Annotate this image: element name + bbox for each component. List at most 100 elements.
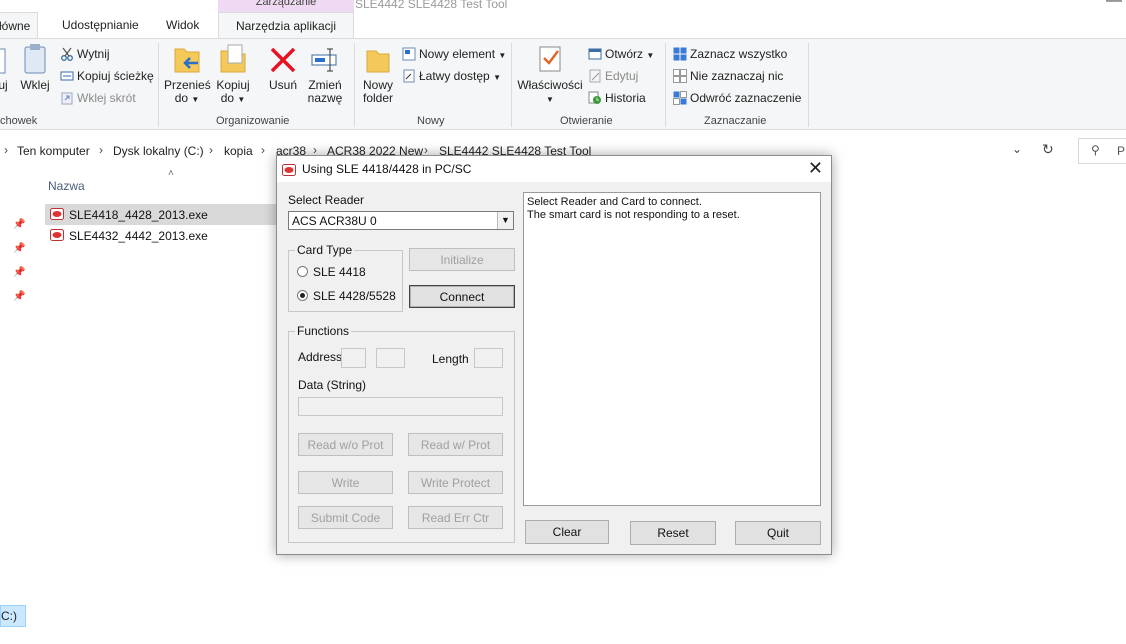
delete-button[interactable]: Usuń <box>266 43 300 92</box>
pin-icon[interactable]: 📌 <box>13 291 25 302</box>
dialog-title: Using SLE 4418/4428 in PC/SC <box>302 162 472 176</box>
search-icon: ⚲ <box>1091 143 1100 157</box>
data-string-field[interactable] <box>298 397 503 416</box>
select-reader-label: Select Reader <box>288 193 365 207</box>
file-row[interactable]: SLE4418_4428_2013.exe <box>45 204 277 225</box>
reader-select[interactable]: ACS ACR38U 0 ▼ <box>288 211 514 230</box>
select-none-icon <box>673 69 687 83</box>
nav-pane-drive-item[interactable]: C:) <box>0 605 26 627</box>
read-without-protection-button[interactable]: Read w/o Prot <box>298 433 393 456</box>
breadcrumb-separator: › <box>209 143 213 157</box>
file-name: SLE4418_4428_2013.exe <box>69 208 208 222</box>
chevron-down-icon: ▼ <box>237 95 246 104</box>
radio-sle4428[interactable] <box>297 290 308 301</box>
copy-button[interactable]: uj <box>0 43 12 92</box>
write-button[interactable]: Write <box>298 471 393 494</box>
breadcrumb-local-disk[interactable]: Dysk lokalny (C:) <box>113 144 204 158</box>
data-string-label: Data (String) <box>298 378 367 392</box>
copy-to-button[interactable]: Kopiuj do ▼ <box>213 43 253 106</box>
copy-path-button[interactable]: Kopiuj ścieżkę <box>60 67 154 85</box>
paste-label: Wklej <box>20 78 50 92</box>
delete-icon <box>270 47 296 73</box>
open-button[interactable]: Otwórz ▼ <box>588 45 654 63</box>
clipboard-icon <box>24 44 46 74</box>
column-header-name[interactable]: Nazwa <box>48 179 85 193</box>
sle-dialog: Using SLE 4418/4428 in PC/SC ✕ Select Re… <box>276 155 832 555</box>
easy-access-label: Łatwy dostęp <box>419 69 490 83</box>
search-box[interactable]: ⚲ P <box>1078 138 1126 164</box>
pin-icon[interactable]: 📌 <box>13 219 25 230</box>
properties-label: Właściwości <box>517 78 583 92</box>
open-icon <box>588 48 602 60</box>
radio-sle4428-label: SLE 4428/5528 <box>313 289 396 303</box>
pin-icon[interactable]: 📌 <box>13 243 25 254</box>
group-label-organize: Organizowanie <box>216 115 290 127</box>
tab-share[interactable]: Udostępnianie <box>54 12 147 39</box>
select-none-label: Nie zaznaczaj nic <box>690 69 784 83</box>
rename-button[interactable]: Zmień nazwę <box>306 43 344 105</box>
read-with-protection-button[interactable]: Read w/ Prot <box>408 433 503 456</box>
select-none-button[interactable]: Nie zaznaczaj nic <box>673 67 783 85</box>
functions-label: Functions <box>295 324 352 338</box>
radio-sle4418[interactable] <box>297 266 308 277</box>
move-to-icon <box>174 48 200 73</box>
file-row[interactable]: SLE4432_4442_2013.exe <box>45 225 277 246</box>
history-icon <box>588 91 601 104</box>
initialize-button[interactable]: Initialize <box>409 248 515 271</box>
write-protect-button[interactable]: Write Protect <box>408 471 503 494</box>
cut-button[interactable]: Wytnij <box>60 45 110 63</box>
pin-icon[interactable]: 📌 <box>13 267 25 278</box>
chevron-down-icon[interactable]: ⌄ <box>1012 142 1022 156</box>
tab-view[interactable]: Widok <box>158 12 207 39</box>
cut-label: Wytnij <box>77 47 110 61</box>
breadcrumb-separator: › <box>261 143 265 157</box>
invert-selection-button[interactable]: Odwróć zaznaczenie <box>673 89 801 107</box>
app-icon <box>282 164 296 176</box>
chevron-down-icon[interactable]: ▼ <box>497 212 513 229</box>
address-field-1[interactable] <box>341 348 366 368</box>
history-button[interactable]: Historia <box>588 89 646 107</box>
move-to-button[interactable]: Przenieś do ▼ <box>164 43 211 106</box>
group-label-clipboard: chowek <box>0 115 38 127</box>
group-label-open: Otwieranie <box>560 115 613 127</box>
ribbon-separator <box>808 43 809 127</box>
group-label-select: Zaznaczanie <box>704 115 767 127</box>
window-close-icon[interactable]: — <box>1106 0 1122 10</box>
quit-button[interactable]: Quit <box>735 521 821 545</box>
close-icon[interactable]: ✕ <box>808 158 823 179</box>
dialog-titlebar[interactable]: Using SLE 4418/4428 in PC/SC ✕ <box>277 156 831 182</box>
chevron-down-icon: ▼ <box>191 95 200 104</box>
new-folder-label-1: Nowy <box>362 78 393 92</box>
paste-button[interactable]: Wklej <box>18 43 52 92</box>
breadcrumb-this-pc[interactable]: Ten komputer <box>17 144 90 158</box>
breadcrumb-kopia[interactable]: kopia <box>224 144 253 158</box>
address-field-2[interactable] <box>376 348 405 368</box>
tab-home[interactable]: łówne <box>0 12 38 39</box>
new-folder-button[interactable]: Nowy folder <box>360 43 396 105</box>
new-folder-label-2: folder <box>362 91 394 105</box>
read-error-counter-button[interactable]: Read Err Ctr <box>408 506 503 529</box>
tab-app-tools[interactable]: Narzędzia aplikacji <box>218 12 354 39</box>
new-item-icon <box>402 47 416 61</box>
status-log[interactable]: Select Reader and Card to connect. The s… <box>523 192 821 506</box>
properties-button[interactable]: Właściwości ▼ <box>517 43 583 106</box>
copy-path-label: Kopiuj ścieżkę <box>77 69 154 83</box>
length-field[interactable] <box>474 348 503 368</box>
easy-access-button[interactable]: Łatwy dostęp ▼ <box>402 67 501 85</box>
reader-select-value: ACS ACR38U 0 <box>292 214 377 228</box>
edit-button[interactable]: Edytuj <box>588 67 638 85</box>
edit-label: Edytuj <box>605 69 639 83</box>
open-label: Otwórz <box>605 47 644 61</box>
reset-button[interactable]: Reset <box>630 521 716 545</box>
move-to-label-1: Przenieś <box>164 78 211 92</box>
clear-button[interactable]: Clear <box>525 520 609 544</box>
new-item-button[interactable]: Nowy element ▼ <box>402 45 506 63</box>
window-title: SLE4442 SLE4428 Test Tool <box>355 0 508 11</box>
paste-shortcut-button[interactable]: Wklej skrót <box>60 89 136 107</box>
submit-code-button[interactable]: Submit Code <box>298 506 393 529</box>
select-all-button[interactable]: Zaznacz wszystko <box>673 45 787 63</box>
connect-button[interactable]: Connect <box>409 285 515 308</box>
select-all-label: Zaznacz wszystko <box>690 47 788 61</box>
ribbon-separator <box>354 43 355 127</box>
refresh-icon[interactable]: ↻ <box>1042 141 1054 158</box>
